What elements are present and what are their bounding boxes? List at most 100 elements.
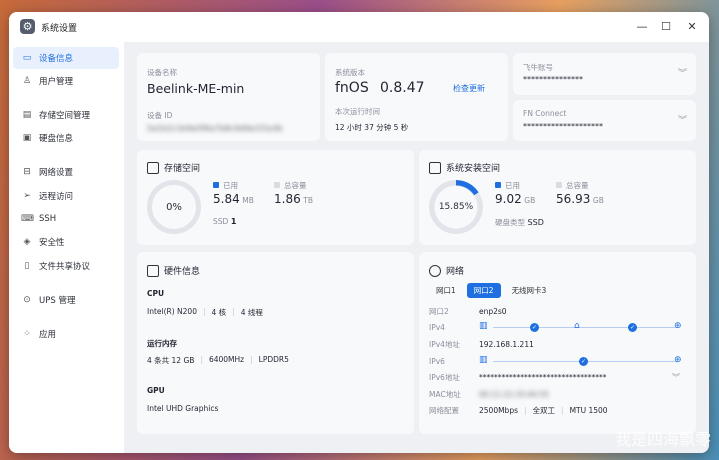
- disk-type-value: SSD: [527, 218, 544, 227]
- tab-wireless3[interactable]: 无线网卡3: [505, 283, 554, 298]
- ipv4-address-label: IPv4地址: [429, 339, 460, 349]
- minimize-button[interactable]: —: [633, 18, 651, 36]
- uptime-label: 本次运行时间: [335, 107, 380, 116]
- link-speed: 2500Mbps: [479, 405, 518, 415]
- tab-port2[interactable]: 网口2: [466, 283, 501, 298]
- storage-percent: 0%: [166, 201, 182, 213]
- sidebar-item-label: 存储空间管理: [39, 111, 91, 121]
- system-space-percent-overlay: 15.85%: [429, 180, 483, 234]
- sidebar-item-security[interactable]: ◈ 安全性: [13, 231, 119, 253]
- ipv6-address-row: IPv6地址 *********************************…: [429, 370, 607, 384]
- os-name: fnOS: [335, 80, 369, 96]
- ram-slots: 4 条共 12 GB: [147, 356, 195, 365]
- close-button[interactable]: ✕: [683, 18, 701, 36]
- storage-used-unit: MB: [242, 196, 254, 205]
- expand-chevron-icon[interactable]: ︾: [672, 372, 680, 383]
- ipv4-path-line: [493, 327, 678, 328]
- system-version-label: 系统版本: [335, 68, 365, 77]
- system-space-total: 56.93 GB: [556, 192, 604, 206]
- system-space-total-label-text: 总容量: [566, 181, 589, 190]
- hardware-card: 硬件信息 CPU Intel(R) N200 | 4 核 | 4 线程 运行内存 4…: [137, 252, 414, 434]
- uptime-value: 12 小时 37 分钟 5 秒: [335, 123, 409, 132]
- system-space-used-unit: GB: [524, 196, 536, 205]
- terminal-icon: ⌨: [21, 214, 34, 224]
- device-icon: ▭: [22, 53, 32, 63]
- device-card: 设备名称 Beelink-ME-min 设备 ID 5a1b2c3d4e5f6a…: [137, 53, 320, 141]
- network-card: 网络 网口1 网口2 无线网卡3 网口2 enp2s0 IPv4 ▥ ✓ ⌂ ✓…: [419, 252, 696, 434]
- hardware-title: 硬件信息: [147, 264, 200, 277]
- feiniu-account-card[interactable]: 飞牛账号 *************** ︾: [513, 53, 696, 95]
- router-icon: ⌂: [574, 321, 580, 331]
- feiniu-account-label: 飞牛账号: [523, 63, 553, 72]
- sidebar-item-label: 硬盘信息: [39, 134, 74, 144]
- os-version: 0.8.47: [380, 80, 425, 96]
- internet-globe-icon: ⊕: [674, 321, 682, 331]
- sidebar-item-ups[interactable]: ⊙ UPS 管理: [13, 289, 119, 311]
- system-space-disk-type: 硬盘类型 SSD: [495, 217, 544, 228]
- cpu-model: Intel(R) N200: [147, 307, 197, 316]
- ipv6-check-node: ✓: [579, 357, 588, 366]
- cpu-info: Intel(R) N200 | 4 核 | 4 线程: [147, 307, 263, 317]
- storage-total-label: 总容量: [274, 180, 307, 191]
- sidebar-item-network[interactable]: ⊟ 网络设置: [13, 161, 119, 183]
- total-legend-swatch: [274, 182, 280, 188]
- ram-type: LPDDR5: [258, 355, 289, 364]
- sidebar-item-label: 远程访问: [39, 192, 74, 202]
- ipv4-address-row: IPv4地址 192.168.1.211: [429, 337, 534, 351]
- sidebar-item-label: 安全性: [39, 238, 65, 248]
- system-space-used: 9.02 GB: [495, 192, 535, 206]
- cpu-label: CPU: [147, 289, 165, 298]
- storage-title: 存储空间: [147, 161, 200, 174]
- file-share-icon: ▯: [24, 261, 30, 271]
- tab-port1[interactable]: 网口1: [429, 283, 463, 298]
- fn-connect-card[interactable]: FN Connect ******************** ︾: [513, 100, 696, 141]
- ram-label: 运行内存: [147, 339, 177, 348]
- port-value: enp2s0: [479, 306, 507, 316]
- sidebar-item-label: UPS 管理: [39, 296, 76, 306]
- used-legend-swatch: [213, 182, 219, 188]
- port-label: 网口2: [429, 306, 449, 316]
- sidebar-item-disk-info[interactable]: ▣ 硬盘信息: [13, 127, 119, 149]
- sidebar: ▭ 设备信息 ♙ 用户管理 ▤ 存储空间管理 ▣ 硬盘信息 ⊟ 网络设置 ➢ 远…: [9, 42, 124, 453]
- window-title: 系统设置: [41, 24, 78, 34]
- network-config-row: 网络配置 2500Mbps | 全双工 | MTU 1500: [429, 405, 608, 415]
- ipv4-row: IPv4: [429, 320, 479, 334]
- user-icon: ♙: [22, 76, 32, 86]
- system-space-used-value: 9.02: [495, 192, 522, 206]
- internet-globe-icon: ⊕: [674, 355, 682, 365]
- sidebar-item-device-info[interactable]: ▭ 设备信息: [13, 47, 119, 69]
- disk-icon: ▣: [22, 133, 32, 143]
- storage-total: 1.86 TB: [274, 192, 313, 206]
- sidebar-item-apps[interactable]: ⁘ 应用: [13, 323, 119, 345]
- sidebar-item-file-share[interactable]: ▯ 文件共享协议: [13, 255, 119, 277]
- sidebar-item-remote-access[interactable]: ➢ 远程访问: [13, 185, 119, 207]
- storage-total-label-text: 总容量: [284, 181, 307, 190]
- ipv4-check-node: ✓: [628, 323, 637, 332]
- storage-used-label-text: 已用: [223, 181, 238, 190]
- system-space-total-label: 总容量: [556, 180, 589, 191]
- settings-window: ⚙ 系统设置 — ☐ ✕ ▭ 设备信息 ♙ 用户管理 ▤ 存储空间管理 ▣ 硬盘…: [9, 12, 709, 453]
- storage-total-value: 1.86: [274, 192, 301, 206]
- system-space-card: 系统安装空间 已用 9.02 GB 总容量 56.93 GB 硬盘类型 SSD: [419, 150, 696, 245]
- storage-disk-type: SSD: [213, 217, 229, 226]
- ipv4-check-node: ✓: [530, 323, 539, 332]
- ethernet-port-icon: ▥: [479, 355, 488, 365]
- sidebar-item-storage[interactable]: ▤ 存储空间管理: [13, 104, 119, 126]
- fn-connect-label: FN Connect: [523, 109, 567, 118]
- ipv4-address-value: 192.168.1.211: [479, 339, 534, 349]
- fn-connect-value: ********************: [523, 122, 603, 131]
- system-version-card: 系统版本 fnOS 0.8.47 检查更新 本次运行时间 12 小时 37 分钟…: [325, 53, 508, 141]
- check-update-link[interactable]: 检查更新: [453, 83, 485, 94]
- sidebar-item-user-management[interactable]: ♙ 用户管理: [13, 70, 119, 92]
- globe-icon: [429, 264, 441, 277]
- maximize-button[interactable]: ☐: [657, 18, 675, 36]
- ram-speed: 6400MHz: [208, 355, 245, 364]
- disk-type-label: 硬盘类型: [495, 218, 525, 227]
- mac-row: MAC地址 00:11:22:33:44:55: [429, 387, 549, 401]
- sidebar-item-ssh[interactable]: ⌨ SSH: [13, 208, 119, 230]
- device-id-value: 5a1b2c3d4e5f6a7b8c9d0e1f2a3b: [147, 124, 283, 133]
- hardware-title-text: 硬件信息: [164, 267, 201, 277]
- network-title: 网络: [429, 264, 464, 277]
- sidebar-item-label: SSH: [39, 214, 57, 224]
- ipv6-address-label: IPv6地址: [429, 372, 460, 382]
